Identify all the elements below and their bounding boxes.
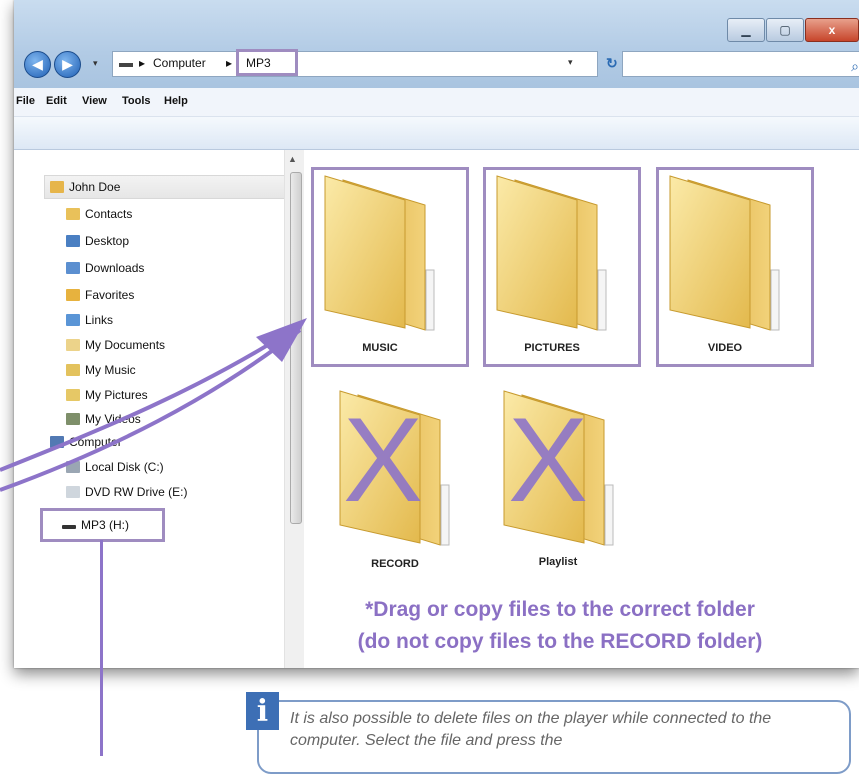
folder-icon[interactable] bbox=[496, 175, 607, 331]
mp3-drive-highlight bbox=[40, 508, 165, 542]
cross-mark-playlist: X bbox=[508, 393, 589, 527]
mp3-pointer-line bbox=[100, 540, 103, 756]
folder-icon[interactable] bbox=[324, 175, 435, 331]
info-icon: i bbox=[246, 692, 279, 730]
instruction-line-1: *Drag or copy files to the correct folde… bbox=[365, 598, 755, 621]
cross-mark-record: X bbox=[343, 393, 424, 527]
instruction-line-2: (do not copy files to the RECORD folder) bbox=[357, 630, 763, 653]
instruction-text: *Drag or copy files to the correct folde… bbox=[280, 594, 840, 658]
folder-label-playlist: Playlist bbox=[538, 556, 578, 568]
folder-label-pictures: PICTURES bbox=[524, 342, 580, 354]
folder-label-video: VIDEO bbox=[707, 342, 743, 354]
guide-arrow-line bbox=[0, 323, 302, 472]
folder-icon[interactable] bbox=[669, 175, 780, 331]
info-text: It is also possible to delete files on t… bbox=[290, 710, 772, 749]
folder-label-record: RECORD bbox=[371, 558, 419, 570]
folder-label-music: MUSIC bbox=[362, 342, 398, 354]
